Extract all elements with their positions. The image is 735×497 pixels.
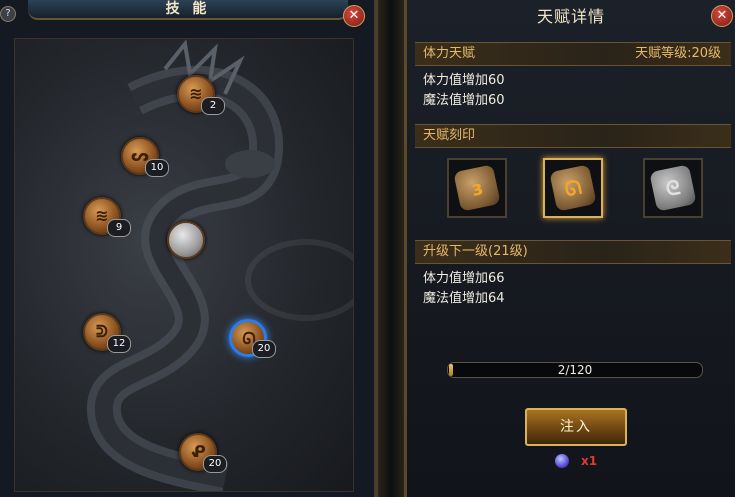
next-effect: 魔法值增加64 — [423, 291, 505, 306]
rune-glyph — [169, 223, 203, 257]
current-effect: 体力值增加60 — [423, 73, 505, 88]
inject-button[interactable]: 注入 — [525, 408, 627, 446]
talent-node[interactable]: ᔕ 10 — [121, 137, 169, 177]
talent-tree-stage: ≋ 2 ᔕ 10 ≋ 9 ᕲ 12 ᘏ 20 ᕵ 20 — [14, 38, 354, 492]
rune-slot[interactable]: ɜ — [447, 158, 507, 218]
help-icon[interactable]: ? — [0, 6, 16, 22]
node-level-badge: 20 — [203, 455, 227, 473]
close-icon[interactable]: ✕ — [711, 5, 733, 27]
node-level-badge: 2 — [201, 97, 225, 115]
node-level-badge: 20 — [252, 340, 276, 358]
talent-detail-panel: 天赋详情 ✕ 体力天赋 天赋等级:20级 体力值增加60 魔法值增加60 天赋刻… — [404, 0, 735, 497]
rune-glyph: ᘏ — [562, 174, 584, 202]
next-effect: 体力值增加66 — [423, 271, 505, 286]
rune-slot-selected[interactable]: ᘏ — [543, 158, 603, 218]
rune-stone-icon: ɜ — [453, 164, 501, 212]
panel-divider — [378, 0, 404, 497]
talent-node[interactable]: ≋ 2 — [177, 75, 225, 115]
talent-node[interactable]: ᕵ 20 — [179, 433, 227, 473]
rune-stone-icon: ᘏ — [549, 164, 597, 212]
talent-detail-title: 天赋详情 — [536, 7, 605, 26]
talent-node-selected[interactable]: ᘏ 20 — [229, 319, 276, 358]
skill-panel-title: 技 能 — [28, 0, 348, 20]
talent-header-bar: 体力天赋 天赋等级:20级 — [415, 42, 731, 66]
rune-glyph: ᘓ — [663, 174, 683, 202]
node-level-badge: 12 — [107, 335, 131, 353]
next-level-header-bar: 升级下一级(21级) — [415, 240, 731, 264]
talent-node[interactable]: ≋ 9 — [83, 197, 131, 237]
talent-level: 天赋等级:20级 — [635, 46, 721, 61]
close-icon[interactable]: ✕ — [343, 5, 365, 27]
node-level-badge: 10 — [145, 159, 169, 177]
rune-slot[interactable]: ᘓ — [643, 158, 703, 218]
talent-node-locked[interactable] — [167, 221, 205, 259]
cost-count: x1 — [581, 454, 598, 468]
orb-icon — [555, 454, 569, 468]
progress-bar: 2/120 — [447, 362, 703, 378]
engraving-label: 天赋刻印 — [423, 128, 476, 143]
rune-stone-icon: ᘓ — [649, 164, 697, 212]
next-level-label: 升级下一级(21级) — [423, 244, 528, 259]
progress-text: 2/120 — [557, 363, 593, 377]
node-level-badge: 9 — [107, 219, 131, 237]
talent-node[interactable]: ᕲ 12 — [83, 313, 131, 353]
progress-area: 2/120 — [423, 338, 721, 386]
engraving-header-bar: 天赋刻印 — [415, 124, 731, 148]
current-effect: 魔法值增加60 — [423, 93, 505, 108]
rune-glyph: ɜ — [469, 175, 485, 201]
skill-panel: ? 技 能 ✕ ≋ 2 ᔕ 10 ≋ 9 ᕲ 12 ᘏ 20 ᕵ 20 — [0, 0, 378, 497]
talent-name: 体力天赋 — [423, 46, 476, 61]
